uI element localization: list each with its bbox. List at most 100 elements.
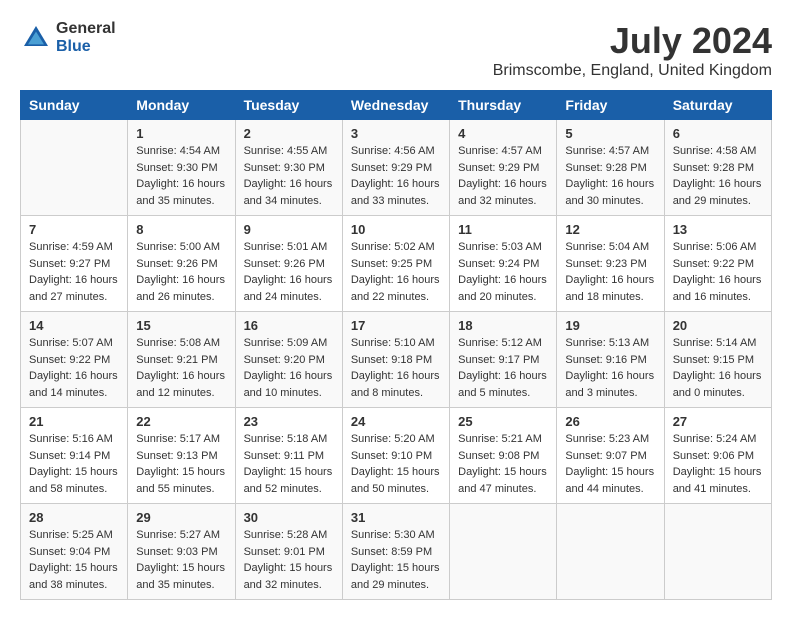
calendar-cell: 19 Sunrise: 5:13 AM Sunset: 9:16 PM Dayli… xyxy=(557,312,664,408)
calendar-cell: 7 Sunrise: 4:59 AM Sunset: 9:27 PM Daylig… xyxy=(21,216,128,312)
header: General Blue July 2024 Brimscombe, Engla… xyxy=(20,20,772,80)
day-number: 16 xyxy=(244,318,334,333)
calendar-cell: 20 Sunrise: 5:14 AM Sunset: 9:15 PM Dayli… xyxy=(664,312,771,408)
header-day-sunday: Sunday xyxy=(21,91,128,120)
day-info: Sunrise: 5:17 AM Sunset: 9:13 PM Dayligh… xyxy=(136,431,226,497)
day-info: Sunrise: 5:10 AM Sunset: 9:18 PM Dayligh… xyxy=(351,335,441,401)
calendar-cell xyxy=(557,504,664,600)
calendar-cell xyxy=(21,120,128,216)
logo: General Blue xyxy=(20,20,116,55)
day-number: 27 xyxy=(673,414,763,429)
day-number: 31 xyxy=(351,510,441,525)
day-number: 8 xyxy=(136,222,226,237)
day-info: Sunrise: 4:54 AM Sunset: 9:30 PM Dayligh… xyxy=(136,143,226,209)
calendar-cell: 9Sunrise: 5:01 AM Sunset: 9:26 PM Daylig… xyxy=(235,216,342,312)
day-info: Sunrise: 5:12 AM Sunset: 9:17 PM Dayligh… xyxy=(458,335,548,401)
day-number: 30 xyxy=(244,510,334,525)
day-number: 19 xyxy=(565,318,655,333)
main-title: July 2024 xyxy=(493,20,772,62)
calendar-cell: 26Sunrise: 5:23 AM Sunset: 9:07 PM Dayli… xyxy=(557,408,664,504)
calendar-body: 1Sunrise: 4:54 AM Sunset: 9:30 PM Daylig… xyxy=(21,120,772,600)
header-day-tuesday: Tuesday xyxy=(235,91,342,120)
calendar-cell: 3 Sunrise: 4:56 AM Sunset: 9:29 PM Daylig… xyxy=(342,120,449,216)
calendar-cell: 14 Sunrise: 5:07 AM Sunset: 9:22 PM Dayli… xyxy=(21,312,128,408)
calendar-cell: 6 Sunrise: 4:58 AM Sunset: 9:28 PM Daylig… xyxy=(664,120,771,216)
week-row-4: 21 Sunrise: 5:16 AM Sunset: 9:14 PM Dayli… xyxy=(21,408,772,504)
subtitle: Brimscombe, England, United Kingdom xyxy=(493,62,772,80)
day-info: Sunrise: 5:13 AM Sunset: 9:16 PM Dayligh… xyxy=(565,335,655,401)
day-number: 18 xyxy=(458,318,548,333)
day-info: Sunrise: 4:57 AM Sunset: 9:29 PM Dayligh… xyxy=(458,143,548,209)
calendar-cell xyxy=(664,504,771,600)
day-number: 11 xyxy=(458,222,548,237)
day-info: Sunrise: 4:58 AM Sunset: 9:28 PM Dayligh… xyxy=(673,143,763,209)
day-number: 14 xyxy=(29,318,119,333)
day-number: 10 xyxy=(351,222,441,237)
calendar-table: SundayMondayTuesdayWednesdayThursdayFrid… xyxy=(20,90,772,600)
calendar-cell: 29 Sunrise: 5:27 AM Sunset: 9:03 PM Dayli… xyxy=(128,504,235,600)
calendar-cell: 2Sunrise: 4:55 AM Sunset: 9:30 PM Daylig… xyxy=(235,120,342,216)
day-info: Sunrise: 5:02 AM Sunset: 9:25 PM Dayligh… xyxy=(351,239,441,305)
day-info: Sunrise: 5:25 AM Sunset: 9:04 PM Dayligh… xyxy=(29,527,119,593)
day-info: Sunrise: 5:08 AM Sunset: 9:21 PM Dayligh… xyxy=(136,335,226,401)
day-number: 28 xyxy=(29,510,119,525)
day-info: Sunrise: 5:09 AM Sunset: 9:20 PM Dayligh… xyxy=(244,335,334,401)
calendar-cell: 1Sunrise: 4:54 AM Sunset: 9:30 PM Daylig… xyxy=(128,120,235,216)
day-info: Sunrise: 5:18 AM Sunset: 9:11 PM Dayligh… xyxy=(244,431,334,497)
calendar-cell: 13Sunrise: 5:06 AM Sunset: 9:22 PM Dayli… xyxy=(664,216,771,312)
calendar-cell: 15 Sunrise: 5:08 AM Sunset: 9:21 PM Dayli… xyxy=(128,312,235,408)
day-info: Sunrise: 4:57 AM Sunset: 9:28 PM Dayligh… xyxy=(565,143,655,209)
header-day-wednesday: Wednesday xyxy=(342,91,449,120)
logo-general-text: General xyxy=(56,20,116,38)
day-info: Sunrise: 5:27 AM Sunset: 9:03 PM Dayligh… xyxy=(136,527,226,593)
day-number: 15 xyxy=(136,318,226,333)
day-number: 21 xyxy=(29,414,119,429)
day-number: 17 xyxy=(351,318,441,333)
header-row: SundayMondayTuesdayWednesdayThursdayFrid… xyxy=(21,91,772,120)
day-info: Sunrise: 5:28 AM Sunset: 9:01 PM Dayligh… xyxy=(244,527,334,593)
logo-blue-text: Blue xyxy=(56,38,116,56)
day-number: 2 xyxy=(244,126,334,141)
calendar-cell: 31 Sunrise: 5:30 AM Sunset: 8:59 PM Dayli… xyxy=(342,504,449,600)
day-info: Sunrise: 5:14 AM Sunset: 9:15 PM Dayligh… xyxy=(673,335,763,401)
calendar-header: SundayMondayTuesdayWednesdayThursdayFrid… xyxy=(21,91,772,120)
day-number: 29 xyxy=(136,510,226,525)
day-info: Sunrise: 5:01 AM Sunset: 9:26 PM Dayligh… xyxy=(244,239,334,305)
calendar-cell: 30 Sunrise: 5:28 AM Sunset: 9:01 PM Dayli… xyxy=(235,504,342,600)
calendar-cell: 25Sunrise: 5:21 AM Sunset: 9:08 PM Dayli… xyxy=(450,408,557,504)
day-info: Sunrise: 5:16 AM Sunset: 9:14 PM Dayligh… xyxy=(29,431,119,497)
calendar-cell: 8Sunrise: 5:00 AM Sunset: 9:26 PM Daylig… xyxy=(128,216,235,312)
day-number: 3 xyxy=(351,126,441,141)
title-area: July 2024 Brimscombe, England, United Ki… xyxy=(493,20,772,80)
day-number: 24 xyxy=(351,414,441,429)
header-day-friday: Friday xyxy=(557,91,664,120)
day-info: Sunrise: 5:20 AM Sunset: 9:10 PM Dayligh… xyxy=(351,431,441,497)
day-number: 13 xyxy=(673,222,763,237)
calendar-cell: 4 Sunrise: 4:57 AM Sunset: 9:29 PM Daylig… xyxy=(450,120,557,216)
header-day-saturday: Saturday xyxy=(664,91,771,120)
calendar-cell: 28 Sunrise: 5:25 AM Sunset: 9:04 PM Dayli… xyxy=(21,504,128,600)
day-info: Sunrise: 4:56 AM Sunset: 9:29 PM Dayligh… xyxy=(351,143,441,209)
day-number: 22 xyxy=(136,414,226,429)
week-row-3: 14 Sunrise: 5:07 AM Sunset: 9:22 PM Dayli… xyxy=(21,312,772,408)
day-info: Sunrise: 5:07 AM Sunset: 9:22 PM Dayligh… xyxy=(29,335,119,401)
day-info: Sunrise: 5:30 AM Sunset: 8:59 PM Dayligh… xyxy=(351,527,441,593)
calendar-cell: 23 Sunrise: 5:18 AM Sunset: 9:11 PM Dayli… xyxy=(235,408,342,504)
day-number: 7 xyxy=(29,222,119,237)
day-number: 23 xyxy=(244,414,334,429)
calendar-cell xyxy=(450,504,557,600)
day-info: Sunrise: 4:59 AM Sunset: 9:27 PM Dayligh… xyxy=(29,239,119,305)
day-info: Sunrise: 5:23 AM Sunset: 9:07 PM Dayligh… xyxy=(565,431,655,497)
header-day-monday: Monday xyxy=(128,91,235,120)
day-number: 20 xyxy=(673,318,763,333)
day-number: 4 xyxy=(458,126,548,141)
day-number: 6 xyxy=(673,126,763,141)
day-info: Sunrise: 5:03 AM Sunset: 9:24 PM Dayligh… xyxy=(458,239,548,305)
calendar-cell: 21 Sunrise: 5:16 AM Sunset: 9:14 PM Dayli… xyxy=(21,408,128,504)
calendar-cell: 11 Sunrise: 5:03 AM Sunset: 9:24 PM Dayli… xyxy=(450,216,557,312)
logo-icon xyxy=(20,22,52,54)
calendar-cell: 5Sunrise: 4:57 AM Sunset: 9:28 PM Daylig… xyxy=(557,120,664,216)
calendar-cell: 27Sunrise: 5:24 AM Sunset: 9:06 PM Dayli… xyxy=(664,408,771,504)
day-number: 12 xyxy=(565,222,655,237)
week-row-1: 1Sunrise: 4:54 AM Sunset: 9:30 PM Daylig… xyxy=(21,120,772,216)
